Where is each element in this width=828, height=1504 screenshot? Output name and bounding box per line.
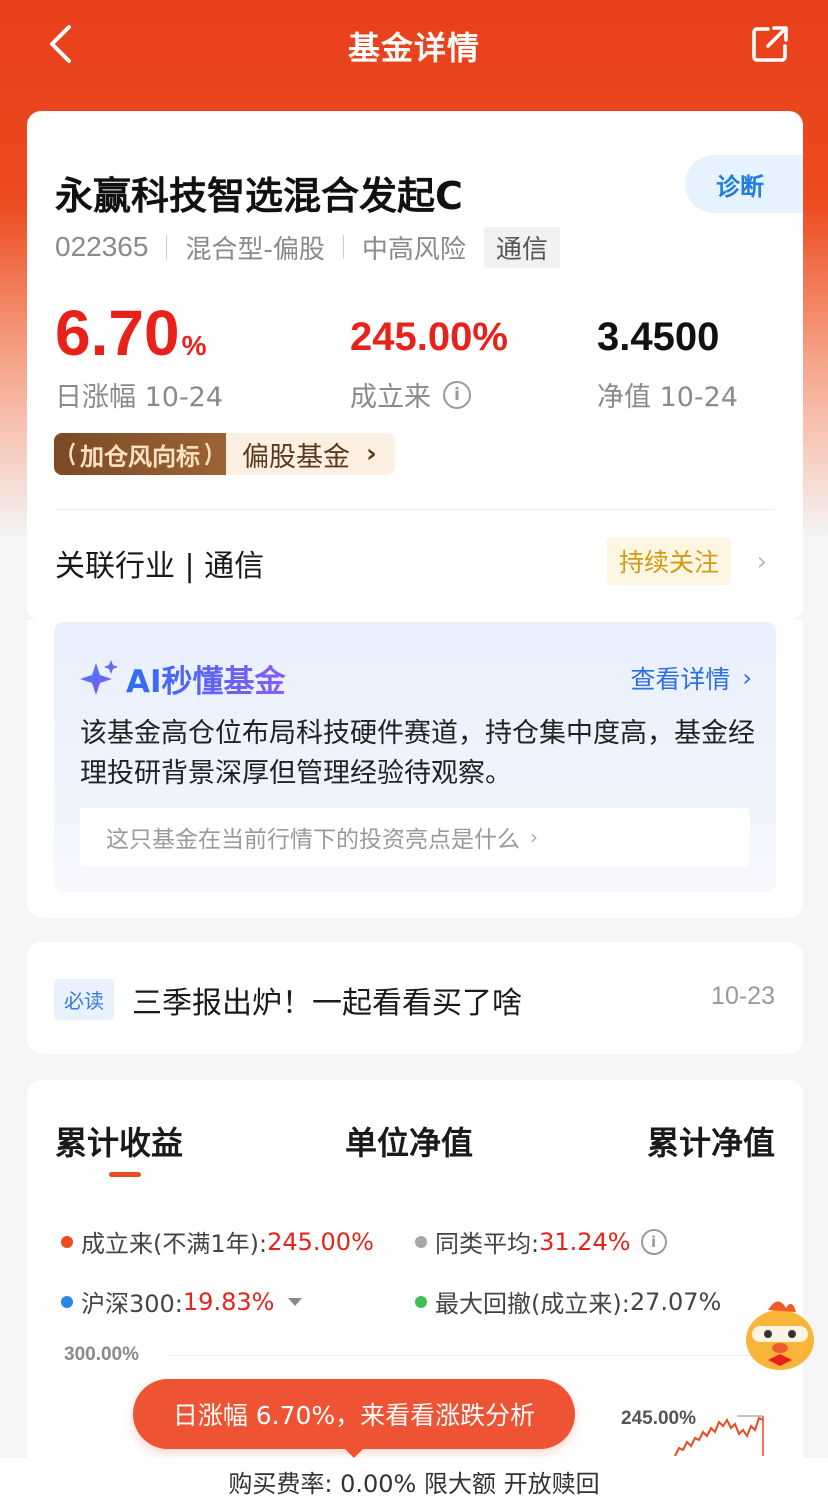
legend-peer-label: 同类平均:	[435, 1230, 540, 1258]
chevron-left-icon	[50, 25, 71, 63]
news-item[interactable]: 必读 三季报出炉！一起看看买了啥 10-23	[27, 942, 803, 1054]
return-line-chart	[674, 1415, 764, 1456]
since-inception-stat: 245.00% 成立来 i	[350, 317, 508, 414]
ai-title: AI秒懂基金	[126, 656, 286, 701]
laurel-left-icon	[69, 442, 76, 466]
since-inception-value: 245.00%	[350, 315, 508, 359]
legend-inception-label: 成立来(不满1年):	[81, 1230, 268, 1258]
analysis-pill-button[interactable]: 日涨幅 6.70%，来看看涨跌分析	[133, 1379, 575, 1449]
share-icon	[752, 26, 788, 62]
nav-label: 净值 10-24	[597, 382, 739, 413]
legend-dot	[61, 1235, 73, 1248]
mascot-icon[interactable]	[738, 1290, 822, 1374]
y-axis-tick: 300.00%	[64, 1344, 140, 1365]
diagnose-button[interactable]: 诊断	[685, 155, 803, 213]
legend-index-value: 19.83%	[182, 1287, 275, 1316]
daily-change-value-wrap: 6.70%	[55, 301, 223, 365]
info-icon[interactable]: i	[640, 1228, 667, 1255]
ai-title-row: AI秒懂基金	[80, 656, 286, 701]
fund-type: 混合型-偏股	[185, 234, 325, 265]
legend-dot	[415, 1295, 427, 1308]
legend-drawdown-label: 最大回撤(成立来):	[435, 1290, 630, 1318]
ai-detail-label: 查看详情	[630, 665, 731, 694]
tab-unit-nav[interactable]: 单位净值	[345, 1118, 473, 1164]
legend-peer: 同类平均: 31.24% i	[415, 1224, 667, 1259]
daily-change-label: 日涨幅 10-24	[55, 382, 224, 413]
banner-link-label: 偏股基金	[242, 441, 350, 473]
chevron-right-icon[interactable]: ›	[757, 547, 767, 577]
legend-peer-value: 31.24%	[539, 1227, 631, 1256]
fund-tag[interactable]: 通信	[483, 226, 560, 268]
chevron-right-icon: ›	[366, 439, 377, 469]
divider	[55, 509, 775, 510]
tab-cumulative-nav[interactable]: 累计净值	[647, 1118, 775, 1164]
legend-inception-value: 245.00%	[267, 1227, 374, 1256]
sparkle-icon	[80, 659, 118, 695]
related-industry[interactable]: 关联行业 | 通信	[55, 541, 264, 585]
banner-badge: 加仓风向标	[54, 433, 226, 475]
fund-summary-card: 永赢科技智选混合发起C 诊断 022365 混合型-偏股 中高风险 通信 6.7…	[27, 111, 803, 621]
legend-drawdown-value: 27.07%	[629, 1287, 722, 1316]
nav-header: 基金详情	[0, 0, 828, 92]
legend-inception: 成立来(不满1年): 245.00%	[61, 1224, 374, 1259]
ai-section: AI秒懂基金 查看详情 › 该基金高仓位布局科技硬件赛道，持仓集中度高，基金经理…	[27, 620, 803, 918]
legend-index[interactable]: 沪深300: 19.83%	[61, 1284, 303, 1319]
ai-detail-link[interactable]: 查看详情 ›	[630, 660, 752, 696]
laurel-right-icon	[204, 442, 211, 466]
fund-name: 永赢科技智选混合发起C	[55, 174, 463, 218]
must-read-badge: 必读	[54, 979, 114, 1020]
daily-change-stat: 6.70% 日涨幅 10-24	[55, 301, 223, 414]
purchase-info-bar: 购买费率: 0.00% 限大额 开放赎回	[0, 1458, 828, 1504]
gridline	[167, 1355, 775, 1356]
ai-question-label: 这只基金在当前行情下的投资亮点是什么	[106, 827, 520, 853]
back-button[interactable]	[40, 22, 80, 66]
banner-badge-label: 加仓风向标	[80, 442, 200, 471]
follow-tag[interactable]: 持续关注	[607, 537, 732, 585]
ai-question-button[interactable]: 这只基金在当前行情下的投资亮点是什么 ›	[80, 808, 750, 866]
daily-change-unit: %	[181, 330, 207, 361]
fund-meta: 022365 混合型-偏股 中高风险 通信	[55, 226, 560, 268]
nav-stat: 3.4500 净值 10-24	[597, 317, 738, 414]
add-position-banner[interactable]: 加仓风向标 偏股基金 ›	[54, 433, 395, 475]
page-title: 基金详情	[347, 29, 480, 67]
pill-pointer	[342, 1446, 366, 1458]
divider	[166, 235, 168, 259]
caret-down-icon	[288, 1297, 303, 1306]
legend-dot	[415, 1235, 427, 1248]
tab-cumulative-return[interactable]: 累计收益	[55, 1118, 183, 1164]
divider	[342, 235, 344, 259]
nav-value: 3.4500	[597, 315, 720, 359]
banner-link: 偏股基金 ›	[226, 433, 395, 475]
fund-risk: 中高风险	[361, 234, 466, 265]
news-date: 10-23	[711, 982, 775, 1010]
tab-active-indicator	[109, 1172, 141, 1177]
chevron-right-icon: ›	[742, 664, 752, 692]
ai-summary: 该基金高仓位布局科技硬件赛道，持仓集中度高，基金经理投研背景深厚但管理经验待观察…	[80, 718, 755, 789]
chevron-right-icon: ›	[530, 825, 538, 849]
ai-card: AI秒懂基金 查看详情 › 该基金高仓位布局科技硬件赛道，持仓集中度高，基金经理…	[54, 622, 776, 892]
fund-code: 022365	[55, 231, 149, 262]
news-title: 三季报出炉！一起看看买了啥	[132, 986, 522, 1021]
daily-change-value: 6.70	[55, 297, 180, 369]
return-series-line	[674, 1416, 764, 1456]
info-icon[interactable]: i	[443, 380, 471, 409]
share-button[interactable]	[748, 22, 792, 66]
since-inception-label: 成立来	[350, 382, 431, 413]
since-inception-label-wrap: 成立来 i	[350, 375, 508, 414]
legend-drawdown: 最大回撤(成立来): 27.07%	[415, 1284, 721, 1319]
legend-index-label: 沪深300:	[81, 1290, 183, 1318]
legend-dot	[61, 1295, 73, 1308]
